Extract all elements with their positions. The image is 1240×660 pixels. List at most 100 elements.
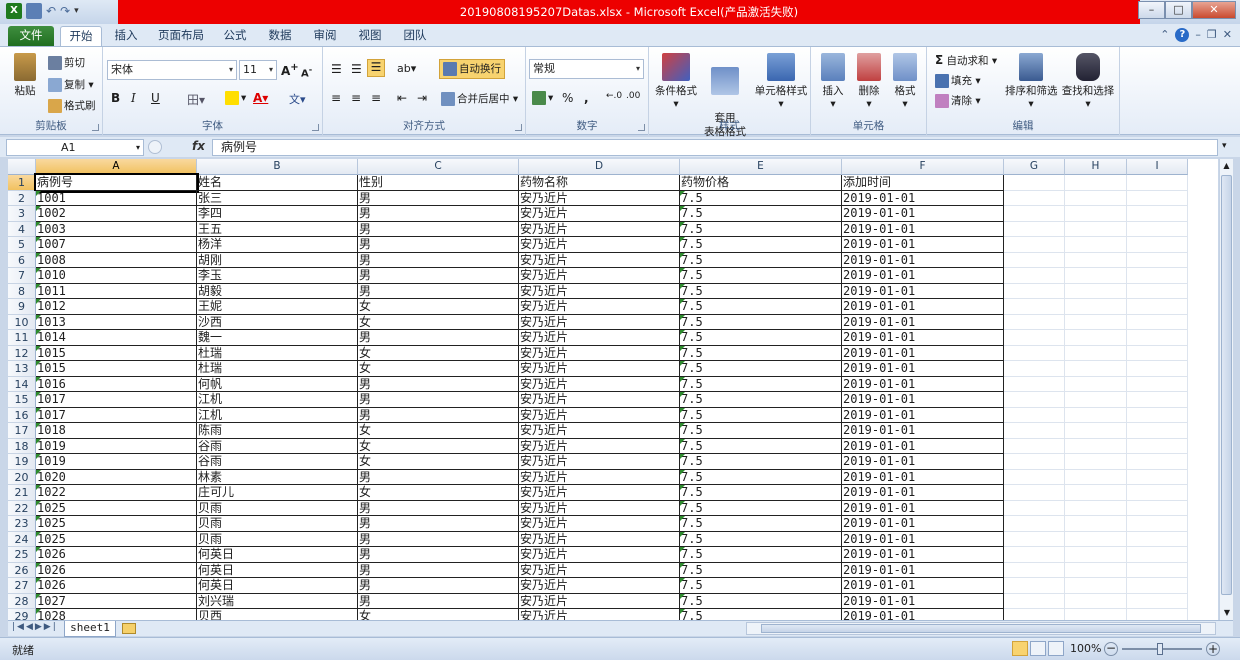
workbook-minimize-icon[interactable]: –: [1195, 28, 1201, 42]
table-cell[interactable]: 2019-01-01: [842, 454, 1004, 470]
table-cell[interactable]: 2019-01-01: [842, 299, 1004, 315]
empty-cell[interactable]: [1127, 376, 1188, 392]
header-cell[interactable]: 药物名称: [519, 175, 680, 191]
vertical-scroll-thumb[interactable]: [1221, 175, 1232, 595]
row-header[interactable]: 16: [8, 407, 36, 423]
empty-cell[interactable]: [1065, 469, 1127, 485]
table-cell[interactable]: 安乃近片: [519, 531, 680, 547]
table-cell[interactable]: 胡毅: [197, 283, 358, 299]
empty-cell[interactable]: [1065, 531, 1127, 547]
empty-cell[interactable]: [1127, 407, 1188, 423]
table-cell[interactable]: 女: [358, 485, 519, 501]
empty-cell[interactable]: [1065, 175, 1127, 191]
table-cell[interactable]: 安乃近片: [519, 345, 680, 361]
table-cell[interactable]: 张三: [197, 190, 358, 206]
table-cell[interactable]: 1001: [36, 190, 197, 206]
table-cell[interactable]: 2019-01-01: [842, 314, 1004, 330]
table-cell[interactable]: 7.5: [680, 454, 842, 470]
table-cell[interactable]: 1003: [36, 221, 197, 237]
table-cell[interactable]: 2019-01-01: [842, 593, 1004, 609]
empty-cell[interactable]: [1004, 175, 1065, 191]
table-cell[interactable]: 安乃近片: [519, 361, 680, 377]
row-header[interactable]: 4: [8, 221, 36, 237]
font-color-button[interactable]: A▾: [253, 91, 268, 105]
empty-cell[interactable]: [1004, 531, 1065, 547]
table-cell[interactable]: 7.5: [680, 547, 842, 563]
empty-cell[interactable]: [1127, 221, 1188, 237]
header-cell[interactable]: 病例号: [34, 173, 199, 193]
table-cell[interactable]: 1025: [36, 531, 197, 547]
worksheet-grid[interactable]: A B C D E F G H I 1 病例号 姓名 性别 药物名称 药物价格 添加时间 2 1001 张三男安乃近…: [8, 159, 1218, 620]
table-cell[interactable]: 女: [358, 345, 519, 361]
row-header[interactable]: 10: [8, 314, 36, 330]
table-cell[interactable]: 2019-01-01: [842, 500, 1004, 516]
table-cell[interactable]: 1008: [36, 252, 197, 268]
empty-cell[interactable]: [1127, 190, 1188, 206]
bold-button[interactable]: B: [111, 91, 120, 105]
table-cell[interactable]: 陈雨: [197, 423, 358, 439]
underline-button[interactable]: U: [151, 91, 160, 105]
tab-formulas[interactable]: 公式: [220, 26, 250, 47]
table-cell[interactable]: 2019-01-01: [842, 547, 1004, 563]
table-cell[interactable]: 7.5: [680, 516, 842, 532]
table-cell[interactable]: 7.5: [680, 609, 842, 620]
empty-cell[interactable]: [1065, 593, 1127, 609]
sheet-nav-icons[interactable]: |◀◀▶▶|: [12, 622, 58, 632]
table-cell[interactable]: 7.5: [680, 330, 842, 346]
empty-cell[interactable]: [1065, 237, 1127, 253]
align-top-button[interactable]: ☰: [331, 62, 342, 76]
empty-cell[interactable]: [1127, 175, 1188, 191]
table-cell[interactable]: 男: [358, 376, 519, 392]
empty-cell[interactable]: [1065, 547, 1127, 563]
table-cell[interactable]: 李四: [197, 206, 358, 222]
zoom-in-icon[interactable]: +: [1206, 642, 1220, 656]
table-cell[interactable]: 安乃近片: [519, 283, 680, 299]
empty-cell[interactable]: [1127, 516, 1188, 532]
table-cell[interactable]: 杨洋: [197, 237, 358, 253]
customize-qat-icon[interactable]: ▾: [74, 6, 79, 16]
redo-icon[interactable]: ↷: [60, 4, 70, 18]
autosum-button[interactable]: Σ 自动求和 ▾: [935, 53, 997, 68]
table-cell[interactable]: 谷雨: [197, 438, 358, 454]
table-cell[interactable]: 2019-01-01: [842, 531, 1004, 547]
empty-cell[interactable]: [1127, 500, 1188, 516]
table-cell[interactable]: 何英日: [197, 547, 358, 563]
help-icon[interactable]: ?: [1175, 28, 1190, 42]
copy-button[interactable]: 复制 ▾: [48, 77, 94, 92]
table-cell[interactable]: 7.5: [680, 500, 842, 516]
table-cell[interactable]: 1022: [36, 485, 197, 501]
table-cell[interactable]: 2019-01-01: [842, 237, 1004, 253]
table-cell[interactable]: 男: [358, 531, 519, 547]
table-cell[interactable]: 王妮: [197, 299, 358, 315]
empty-cell[interactable]: [1065, 562, 1127, 578]
empty-cell[interactable]: [1065, 361, 1127, 377]
table-cell[interactable]: 2019-01-01: [842, 190, 1004, 206]
table-cell[interactable]: 安乃近片: [519, 314, 680, 330]
align-middle-button[interactable]: ☰: [351, 62, 362, 76]
save-icon[interactable]: [26, 3, 42, 19]
table-cell[interactable]: 刘兴瑞: [197, 593, 358, 609]
column-header-f[interactable]: F: [842, 159, 1004, 175]
table-cell[interactable]: 7.5: [680, 283, 842, 299]
empty-cell[interactable]: [1065, 423, 1127, 439]
empty-cell[interactable]: [1004, 500, 1065, 516]
empty-cell[interactable]: [1004, 593, 1065, 609]
empty-cell[interactable]: [1065, 221, 1127, 237]
table-cell[interactable]: 1007: [36, 237, 197, 253]
empty-cell[interactable]: [1065, 330, 1127, 346]
empty-cell[interactable]: [1065, 190, 1127, 206]
empty-cell[interactable]: [1004, 299, 1065, 315]
row-header[interactable]: 8: [8, 283, 36, 299]
table-cell[interactable]: 7.5: [680, 392, 842, 408]
insert-cells-button[interactable]: 插入 ▾: [817, 53, 849, 110]
fill-color-button[interactable]: ▾: [225, 91, 246, 105]
empty-cell[interactable]: [1004, 609, 1065, 620]
column-header-e[interactable]: E: [680, 159, 842, 175]
table-cell[interactable]: 7.5: [680, 438, 842, 454]
tab-file[interactable]: 文件: [8, 26, 54, 47]
empty-cell[interactable]: [1065, 283, 1127, 299]
empty-cell[interactable]: [1065, 454, 1127, 470]
tab-team[interactable]: 团队: [400, 26, 430, 47]
table-cell[interactable]: 7.5: [680, 345, 842, 361]
table-cell[interactable]: 7.5: [680, 252, 842, 268]
